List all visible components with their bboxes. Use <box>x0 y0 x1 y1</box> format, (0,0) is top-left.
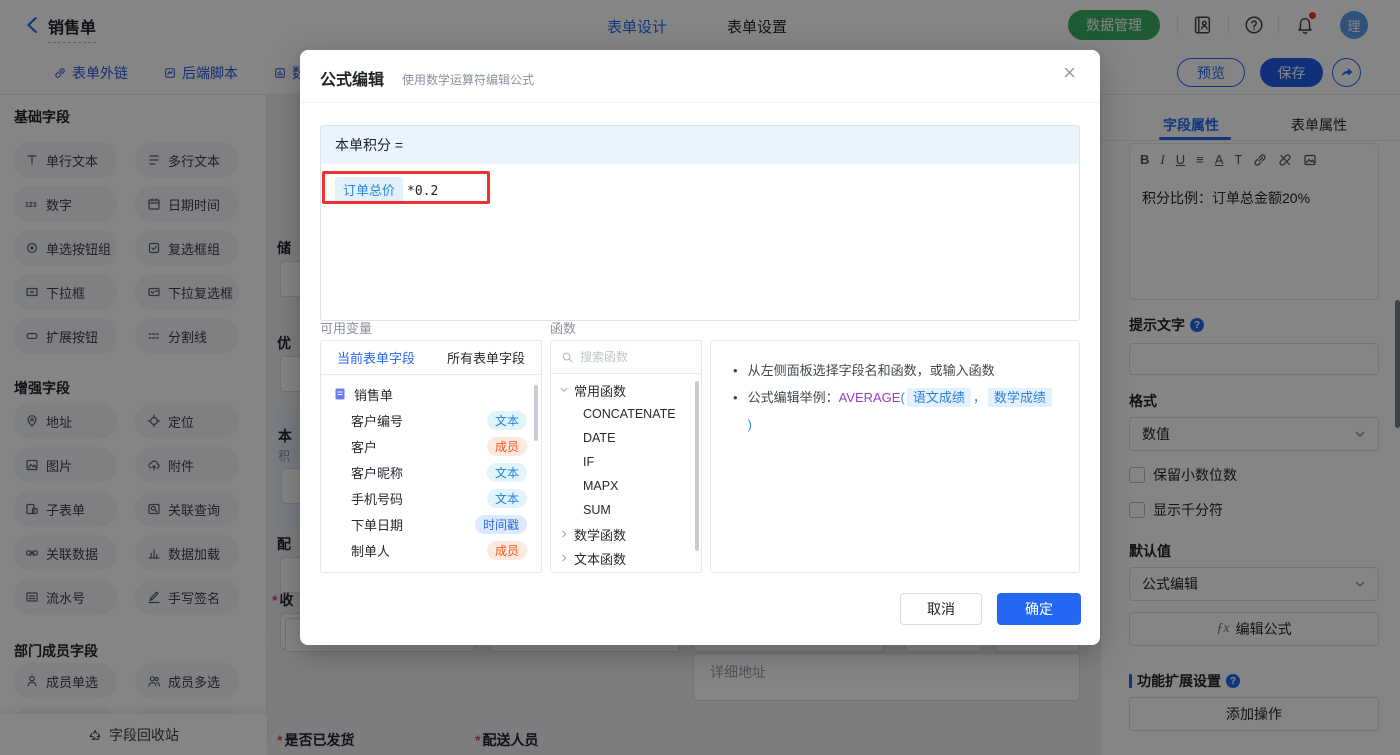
function-item[interactable]: IF <box>551 450 701 474</box>
function-group-common[interactable]: 常用函数 <box>551 378 701 402</box>
type-badge: 成员 <box>486 436 527 456</box>
function-search-input[interactable] <box>580 350 680 364</box>
functions-scrollbar[interactable] <box>695 381 699 551</box>
document-icon <box>335 388 345 400</box>
chevron-down-icon <box>560 387 568 392</box>
chevron-right-icon <box>562 554 567 562</box>
variable-item[interactable]: 客户编号 文本 <box>321 407 541 433</box>
formula-editor-box: 本单积分 = 订单总价 *0.2 <box>320 125 1080 321</box>
type-badge: 成员 <box>486 540 527 560</box>
functions-label: 函数 <box>550 321 577 336</box>
search-icon <box>562 352 573 363</box>
example-function-name: AVERAGE <box>838 390 901 405</box>
modal-title: 公式编辑 <box>320 72 385 89</box>
variables-tabs: 当前表单字段 所有表单字段 <box>321 341 541 375</box>
formula-target: 本单积分 = <box>321 126 1079 164</box>
cancel-button[interactable]: 取消 <box>900 593 982 625</box>
variable-item[interactable]: 客户 成员 <box>321 433 541 459</box>
example-field-chip: 语文成绩 <box>906 388 971 407</box>
type-badge: 文本 <box>486 488 527 508</box>
variable-item[interactable]: 客户昵称 文本 <box>321 459 541 485</box>
variables-panel: 当前表单字段 所有表单字段 销售单 客户编号 文本 客户 成员 客户昵称 文本 手机号… <box>320 340 542 573</box>
help-tip-1: • 从左侧面板选择字段名和函数，或输入函数 <box>733 363 995 378</box>
function-item[interactable]: MAPX <box>551 474 701 498</box>
variable-item[interactable]: 手机号码 文本 <box>321 485 541 511</box>
variable-item[interactable]: 下单日期 时间戳 <box>321 511 541 537</box>
function-item[interactable]: CONCATENATE <box>551 402 701 426</box>
functions-panel: 常用函数 CONCATENATE DATE IF MAPX SUM 数学函数 文… <box>550 340 702 573</box>
formula-help-panel: • 从左侧面板选择字段名和函数，或输入函数 • 公式编辑举例： AVERAGE(语文… <box>710 340 1080 573</box>
type-badge: 时间戳 <box>474 514 527 534</box>
example-field-chip: 数学成绩 <box>987 388 1052 407</box>
tab-current-form-fields[interactable]: 当前表单字段 <box>321 341 431 374</box>
formula-editor-modal: 公式编辑 使用数学运算符编辑公式 × 本单积分 = 订单总价 *0.2 可用变量 … <box>300 50 1100 645</box>
variables-form-node[interactable]: 销售单 <box>321 381 541 407</box>
type-badge: 文本 <box>486 462 527 482</box>
variable-item[interactable]: 制单人 成员 <box>321 537 541 563</box>
function-search <box>551 341 701 374</box>
confirm-button[interactable]: 确定 <box>997 593 1081 625</box>
formula-input-area[interactable]: 订单总价 *0.2 <box>321 164 1079 320</box>
variables-scrollbar[interactable] <box>534 385 538 441</box>
tab-all-form-fields[interactable]: 所有表单字段 <box>431 341 541 374</box>
function-group-math[interactable]: 数学函数 <box>551 522 701 546</box>
function-group-text[interactable]: 文本函数 <box>551 546 701 570</box>
function-item[interactable]: DATE <box>551 426 701 450</box>
help-tip-2: • 公式编辑举例： AVERAGE(语文成绩，数学成绩) <box>733 384 1057 438</box>
modal-header: 公式编辑 使用数学运算符编辑公式 × <box>300 50 1100 103</box>
modal-subtitle: 使用数学运算符编辑公式 <box>402 73 535 87</box>
type-badge: 文本 <box>486 410 527 430</box>
function-item[interactable]: SUM <box>551 498 701 522</box>
chevron-right-icon <box>562 530 567 538</box>
formula-expression: *0.2 <box>407 184 439 199</box>
variables-label: 可用变量 <box>320 321 373 336</box>
close-icon[interactable]: × <box>1063 62 1076 84</box>
formula-field-chip[interactable]: 订单总价 <box>335 177 404 202</box>
